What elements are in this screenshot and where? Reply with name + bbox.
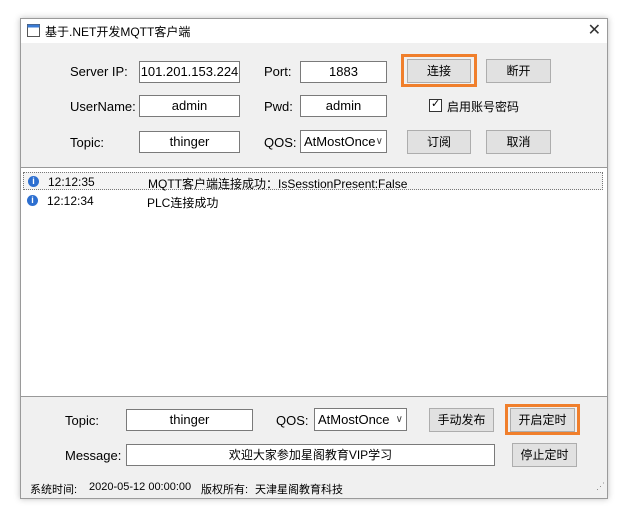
log-time: 12:12:34 — [47, 194, 94, 208]
log-row[interactable]: i 12:12:35 MQTT客户端连接成功：IsSesstionPresent… — [23, 172, 603, 191]
server-ip-label: Server IP: — [70, 64, 128, 79]
main-window: 基于.NET开发MQTT客户端 ✕ Server IP: 101.201.153… — [20, 18, 608, 499]
status-bar: 系统时间: 2020-05-12 00:00:00 版权所有: 天津星阁教育科技… — [21, 478, 607, 498]
publish-qos-select[interactable]: AtMostOnce ∨ — [314, 408, 407, 431]
publish-qos-value: AtMostOnce — [318, 412, 390, 427]
info-icon: i — [27, 195, 38, 206]
app-icon — [27, 24, 40, 37]
manual-publish-button[interactable]: 手动发布 — [429, 408, 494, 432]
disconnect-button[interactable]: 断开 — [486, 59, 551, 83]
log-message: MQTT客户端连接成功：IsSesstionPresent:False — [148, 177, 408, 191]
pwd-label: Pwd: — [264, 99, 293, 114]
username-input[interactable]: admin — [139, 95, 240, 117]
copyright-label: 版权所有: — [201, 484, 249, 496]
use-account-checkbox[interactable] — [429, 97, 442, 112]
pwd-input[interactable]: admin — [300, 95, 387, 117]
port-label: Port: — [264, 64, 292, 79]
message-label: Message: — [65, 448, 122, 463]
connect-highlight — [401, 54, 477, 87]
close-icon[interactable]: ✕ — [588, 20, 601, 40]
log-list[interactable]: i 12:12:35 MQTT客户端连接成功：IsSesstionPresent… — [21, 167, 607, 397]
publish-topic-label: Topic: — [65, 413, 99, 428]
info-icon: i — [28, 176, 39, 187]
start-timer-highlight — [505, 404, 580, 435]
stop-timer-button[interactable]: 停止定时 — [512, 443, 577, 467]
username-label: UserName: — [70, 99, 136, 114]
log-row[interactable]: i 12:12:34 PLC连接成功 — [23, 192, 603, 210]
cancel-button[interactable]: 取消 — [486, 130, 551, 154]
chevron-down-icon: ∨ — [395, 414, 403, 425]
subscribe-button[interactable]: 订阅 — [407, 130, 471, 154]
publish-qos-label: QOS: — [276, 413, 309, 428]
copyright-value: 天津星阁教育科技 — [255, 484, 343, 496]
log-message: PLC连接成功 — [147, 196, 219, 210]
title-bar: 基于.NET开发MQTT客户端 ✕ — [21, 19, 607, 43]
chevron-down-icon: ∨ — [375, 136, 383, 147]
use-account-label: 启用账号密码 — [447, 100, 520, 114]
topic-input[interactable]: thinger — [139, 131, 240, 153]
port-input[interactable]: 1883 — [300, 61, 387, 83]
topic-label: Topic: — [70, 135, 104, 150]
message-input[interactable]: 欢迎大家参加星阁教育VIP学习 — [126, 444, 495, 466]
qos-label: QOS: — [264, 135, 297, 150]
window-title: 基于.NET开发MQTT客户端 — [45, 25, 191, 39]
system-time-label: 系统时间: — [30, 484, 78, 496]
qos-select-value: AtMostOnce — [304, 134, 376, 149]
publish-topic-input[interactable]: thinger — [126, 409, 253, 431]
system-time-value: 2020-05-12 00:00:00 — [89, 481, 192, 493]
resize-grip-icon[interactable]: ⋰ — [596, 481, 605, 496]
qos-select[interactable]: AtMostOnce ∨ — [300, 130, 387, 153]
log-time: 12:12:35 — [48, 175, 95, 189]
server-ip-input[interactable]: 101.201.153.224 — [139, 61, 240, 83]
